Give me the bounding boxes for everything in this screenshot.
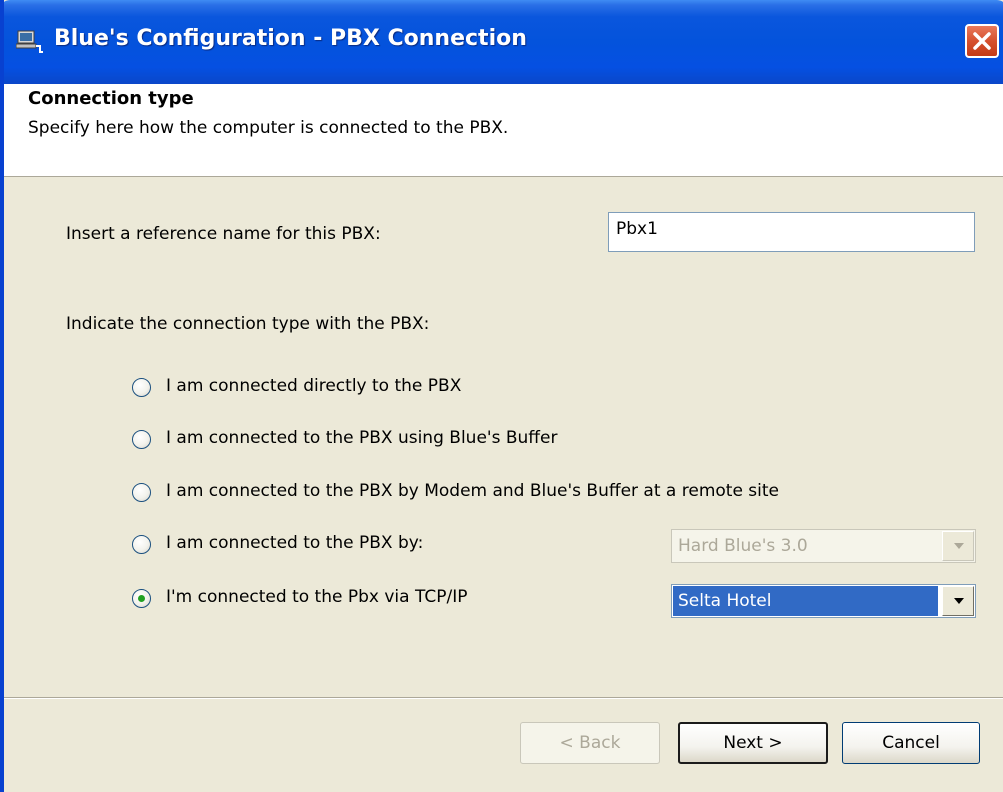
reference-name-input[interactable]: Pbx1	[608, 212, 975, 252]
radio-label: I'm connected to the Pbx via TCP/IP	[166, 587, 468, 607]
page-subtitle: Specify here how the computer is connect…	[28, 118, 509, 138]
select-value: Hard Blue's 3.0	[678, 536, 808, 556]
connection-type-label: Indicate the connection type with the PB…	[66, 314, 430, 334]
cancel-button[interactable]: Cancel	[842, 722, 980, 764]
next-button[interactable]: Next >	[678, 722, 828, 764]
radio-dot	[138, 595, 145, 602]
dropdown-button[interactable]	[942, 586, 974, 616]
computer-network-icon	[16, 30, 43, 53]
radio-button[interactable]	[132, 535, 151, 554]
radio-button[interactable]	[132, 430, 151, 449]
close-icon	[973, 32, 991, 50]
radio-button-selected[interactable]	[132, 589, 151, 608]
radio-label: I am connected to the PBX by Modem and B…	[166, 481, 780, 501]
chevron-down-icon	[954, 543, 964, 549]
title-bar[interactable]: Blue's Configuration - PBX Connection	[4, 0, 1003, 84]
window-title: Blue's Configuration - PBX Connection	[54, 26, 527, 51]
tcp-pbx-select[interactable]: Selta Hotel	[671, 584, 976, 618]
radio-button[interactable]	[132, 483, 151, 502]
radio-label: I am connected to the PBX using Blue's B…	[166, 428, 558, 448]
dialog-window: Blue's Configuration - PBX Connection Co…	[0, 0, 1003, 792]
dropdown-button[interactable]	[942, 531, 974, 561]
pbx-type-select[interactable]: Hard Blue's 3.0	[671, 529, 976, 563]
header-panel: Connection type Specify here how the com…	[4, 84, 1003, 177]
radio-button[interactable]	[132, 378, 151, 397]
close-button[interactable]	[965, 24, 999, 58]
radio-label: I am connected directly to the PBX	[166, 376, 462, 396]
radio-label: I am connected to the PBX by:	[166, 533, 424, 553]
reference-name-label: Insert a reference name for this PBX:	[66, 224, 381, 244]
back-button[interactable]: < Back	[520, 722, 660, 764]
chevron-down-icon	[954, 598, 964, 604]
footer-divider	[4, 697, 1003, 699]
page-title: Connection type	[28, 88, 194, 109]
select-value: Selta Hotel	[673, 586, 938, 616]
